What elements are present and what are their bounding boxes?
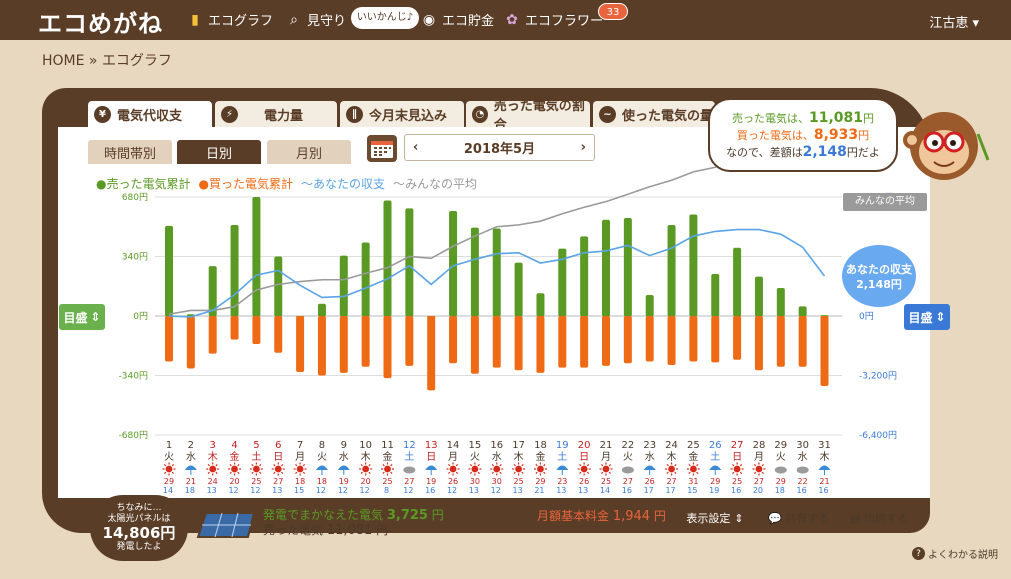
- blob-amount: 14,806円: [102, 524, 176, 542]
- right-scale-selector[interactable]: 目盛 ⇕: [904, 304, 950, 330]
- chart-legend: ●売った電気累計 ●買った電気累計 〜あなたの収支 〜みんなの平均: [96, 175, 477, 192]
- current-month-label: 2018年5月: [463, 142, 536, 157]
- app-logo[interactable]: エコめがね: [38, 4, 163, 39]
- tab-sold-ratio[interactable]: ◔ 売った電気の割合: [466, 99, 590, 133]
- calendar-glyph: [371, 141, 393, 158]
- chat-icon: 💬: [768, 512, 782, 525]
- callout-sold: 売った電気は、11,081円: [731, 110, 875, 126]
- legend-bought: ●買った電気累計: [198, 177, 294, 191]
- top-header: エコめがね ▮ エコグラフ ⌕ 見守り いいかんじ♪ ◉ エコ貯金 ✿ エコフラワー 3…: [0, 0, 1011, 40]
- nav-label: エコフラワー: [525, 14, 604, 29]
- forecast-chart-icon: ∥: [346, 105, 363, 123]
- flower-icon: ✿: [506, 11, 518, 28]
- print-button[interactable]: ▤ 印刷する: [850, 510, 908, 526]
- solar-panel-icon: [196, 511, 258, 543]
- left-scale-label: 目盛: [63, 310, 88, 325]
- user-menu[interactable]: 江古恵 ▾: [929, 12, 979, 31]
- nav-label: エコグラフ: [208, 14, 274, 29]
- subtab-hourly[interactable]: 時間帯別: [88, 140, 172, 164]
- blob-line: ちなみに…: [116, 503, 162, 513]
- lightning-icon: ⚡: [221, 105, 238, 123]
- question-icon: ?: [912, 547, 925, 560]
- tab-label: 今月末見込み: [369, 108, 448, 124]
- piggy-bank-icon: ◉: [422, 11, 436, 28]
- calendar-icon[interactable]: [367, 135, 397, 162]
- your-tag-title: あなたの収支: [846, 263, 912, 276]
- chart-area: [58, 170, 930, 498]
- legend-everyone-average: 〜みんなの平均: [393, 177, 478, 191]
- tab-month-end-forecast[interactable]: ∥ 今月末見込み: [340, 101, 464, 127]
- subtab-daily[interactable]: 日別: [177, 140, 261, 164]
- magnifier-icon: ⌕: [290, 11, 298, 28]
- tab-used-amount[interactable]: ~ 使った電気の量: [593, 101, 715, 127]
- legend-sold: ●売った電気累計: [96, 177, 191, 191]
- legend-your-balance: 〜あなたの収支: [301, 177, 386, 191]
- month-navigator: ‹ 2018年5月 ›: [404, 134, 595, 161]
- left-scale-selector[interactable]: 目盛 ⇕: [59, 304, 105, 330]
- display-settings-label: 表示設定: [686, 512, 731, 525]
- summary-callout: 売った電気は、11,081円 買った電気は、8,933円 なので、差額は2,14…: [708, 98, 898, 172]
- base-monthly-fee: 月額基本料金 1,944 円: [537, 509, 666, 524]
- updown-icon: ⇕: [90, 310, 101, 324]
- tab-cost-balance[interactable]: ¥ 電気代収支: [88, 101, 212, 127]
- notification-badge: 33: [598, 3, 628, 20]
- monkey-mascot-icon: [900, 104, 992, 194]
- share-button[interactable]: 💬 共有する: [768, 510, 829, 526]
- prev-month-button[interactable]: ‹: [413, 140, 418, 155]
- breadcrumb[interactable]: HOME » エコグラフ: [42, 50, 172, 70]
- pie-chart-icon: ◔: [472, 105, 488, 123]
- average-tag: みんなの平均: [843, 193, 927, 211]
- nav-eco-graph[interactable]: ▮ エコグラフ: [186, 10, 274, 30]
- callout-diff: なので、差額は2,148円だよ: [726, 144, 880, 160]
- status-bubble: いいかんじ♪: [351, 7, 419, 29]
- yen-icon: ¥: [94, 105, 111, 123]
- tab-label: 使った電気の量: [622, 108, 714, 124]
- subtab-monthly[interactable]: 月別: [267, 140, 351, 164]
- blob-line: 発電したよ: [116, 542, 162, 552]
- tab-label: 電気代収支: [117, 108, 183, 124]
- printer-icon: ▤: [850, 512, 861, 525]
- sold-electricity: 売った電気 11,081 円: [263, 523, 389, 538]
- bar-chart-icon: ▮: [191, 11, 199, 28]
- callout-bought: 買った電気は、8,933円: [736, 127, 870, 143]
- your-tag-value: 2,148円: [856, 278, 902, 291]
- updown-icon: ⇕: [935, 310, 946, 324]
- nav-eco-flower[interactable]: ✿ エコフラワー: [503, 10, 604, 30]
- display-settings-button[interactable]: 表示設定 ⇕: [683, 508, 747, 528]
- nav-label: 見守り: [307, 14, 347, 29]
- right-scale-label: 目盛: [908, 310, 933, 325]
- your-balance-tag: あなたの収支 2,148円: [842, 245, 916, 307]
- updown-icon: ⇕: [734, 511, 744, 525]
- nav-eco-savings[interactable]: ◉ エコ貯金: [420, 10, 495, 30]
- nav-label: エコ貯金: [442, 14, 495, 29]
- wave-icon: ~: [599, 105, 616, 123]
- tab-label: 電力量: [264, 108, 304, 124]
- tab-power-amount[interactable]: ⚡ 電力量: [215, 101, 337, 127]
- next-month-button[interactable]: ›: [581, 140, 586, 155]
- nav-watch[interactable]: ⌕ 見守り: [285, 10, 347, 30]
- solar-panel-summary: ちなみに… 太陽光パネルは 14,806円 発電したよ: [90, 495, 188, 561]
- help-link[interactable]: ? よくわかる説明: [912, 546, 998, 561]
